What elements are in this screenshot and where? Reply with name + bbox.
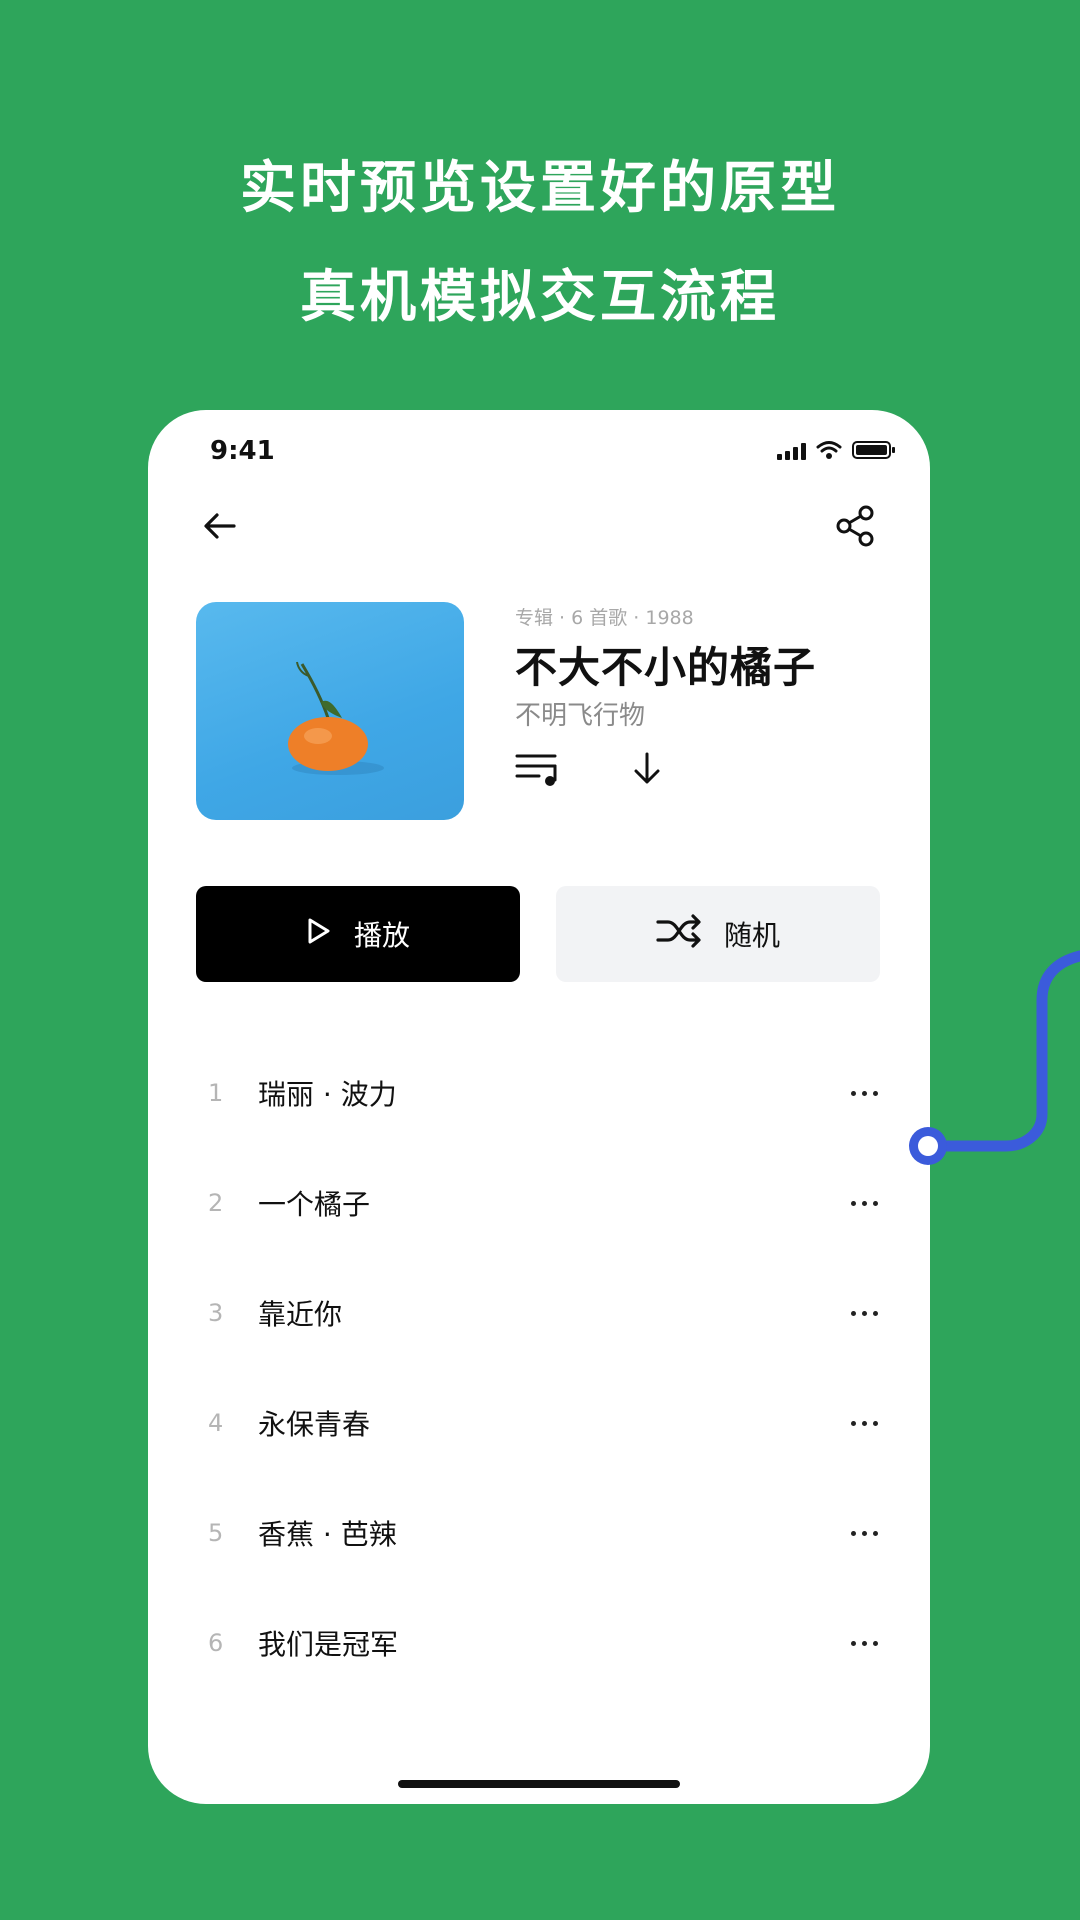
wifi-icon: [816, 440, 842, 460]
track-row[interactable]: 3 靠近你: [196, 1258, 886, 1368]
track-row[interactable]: 4 永保青春: [196, 1368, 886, 1478]
album-meta: 专辑 · 6 首歌 · 1988: [515, 607, 694, 629]
track-title: 一个橘子: [258, 1188, 371, 1221]
shuffle-icon: [656, 913, 702, 955]
track-number: 2: [208, 1189, 224, 1217]
more-icon[interactable]: [818, 1640, 886, 1646]
track-number: 1: [208, 1079, 224, 1107]
phone-screen: 9:41 专辑 · 6 首歌 · 1988 不大不小的橘子 不明飞行物 播放 随…: [148, 410, 930, 1804]
track-title: 我们是冠军: [258, 1628, 399, 1661]
more-icon[interactable]: [818, 1530, 886, 1536]
track-row[interactable]: 5 香蕉 · 芭辣: [196, 1478, 886, 1588]
track-title: 靠近你: [258, 1298, 343, 1331]
more-icon[interactable]: [818, 1090, 886, 1096]
track-number: 6: [208, 1629, 224, 1657]
promo-headline-line2: 真机模拟交互流程: [300, 265, 780, 330]
more-icon[interactable]: [818, 1420, 886, 1426]
track-title: 永保青春: [258, 1408, 371, 1441]
queue-icon[interactable]: [515, 748, 565, 790]
track-title: 香蕉 · 芭辣: [258, 1518, 397, 1551]
play-button-label: 播放: [353, 919, 410, 952]
album-cover[interactable]: [196, 602, 464, 820]
back-arrow-icon[interactable]: [200, 506, 240, 546]
status-time: 9:41: [210, 436, 275, 466]
track-number: 4: [208, 1409, 224, 1437]
track-row[interactable]: 2 一个橘子: [196, 1148, 886, 1258]
play-icon: [306, 917, 332, 952]
track-row[interactable]: 1 瑞丽 · 波力: [196, 1038, 886, 1148]
track-title: 瑞丽 · 波力: [258, 1078, 397, 1111]
play-button[interactable]: 播放: [196, 886, 520, 982]
share-icon[interactable]: [834, 504, 878, 548]
status-icons: [777, 440, 896, 460]
more-icon[interactable]: [818, 1310, 886, 1316]
signal-icon: [777, 442, 806, 460]
download-icon[interactable]: [626, 748, 668, 790]
shuffle-button[interactable]: 随机: [556, 886, 880, 982]
promo-headline-line1: 实时预览设置好的原型: [240, 156, 840, 221]
home-indicator: [398, 1780, 680, 1788]
album-artist[interactable]: 不明飞行物: [515, 695, 645, 732]
track-row[interactable]: 6 我们是冠军: [196, 1588, 886, 1698]
album-title: 不大不小的橘子: [515, 643, 817, 692]
more-icon[interactable]: [818, 1200, 886, 1206]
battery-icon: [852, 440, 896, 460]
prototype-link-connector: [909, 950, 1080, 1165]
shuffle-button-label: 随机: [723, 919, 780, 952]
track-number: 3: [208, 1299, 224, 1327]
track-number: 5: [208, 1519, 224, 1547]
